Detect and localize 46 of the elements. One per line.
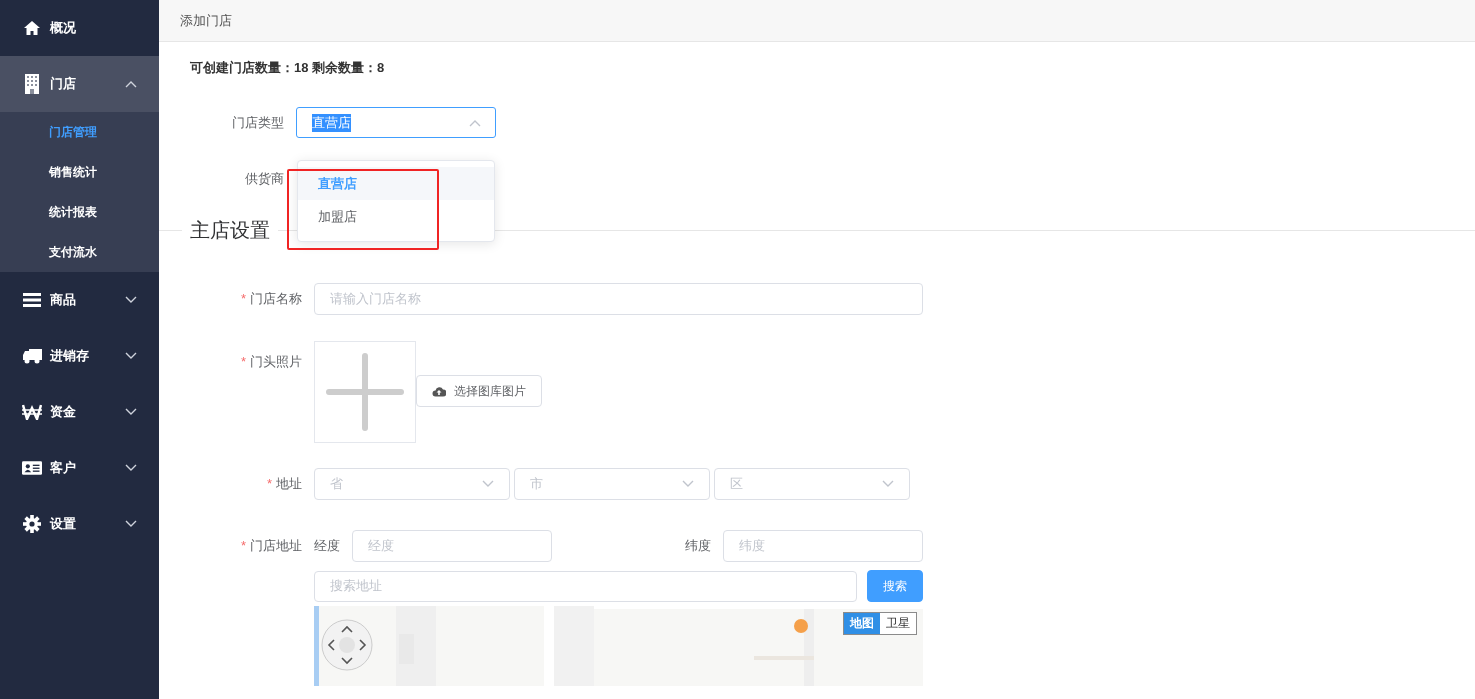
sidebar-item[interactable]: 进销存 <box>0 328 159 384</box>
page-title: 添加门店 <box>180 11 232 30</box>
sidebar-subitem[interactable]: 门店管理 <box>0 112 159 152</box>
field-label: * 地址 <box>265 475 303 493</box>
sidebar-subitem[interactable]: 统计报表 <box>0 192 159 232</box>
menu-icon <box>23 293 41 307</box>
sidebar-item[interactable]: 设置 <box>0 496 159 552</box>
sidebar-item[interactable]: 商品 <box>0 272 159 328</box>
map-type-button[interactable]: 卫星 <box>880 613 916 634</box>
map-type-button[interactable]: 地图 <box>844 613 880 634</box>
field-label: 供货商 <box>244 170 285 188</box>
field-label: 经度 <box>314 537 341 555</box>
chevron-icon <box>125 296 137 304</box>
sidebar-item[interactable]: 资金 <box>0 384 159 440</box>
chevron-icon <box>125 408 137 416</box>
plus-icon <box>325 352 405 432</box>
settings-icon <box>23 515 41 533</box>
field-label: * 门店名称 <box>239 290 303 308</box>
chevron-icon <box>482 480 494 488</box>
home-icon <box>23 20 41 36</box>
chevron-icon <box>882 480 894 488</box>
gallery-button[interactable]: 选择图库图片 <box>416 375 542 407</box>
sidebar-item[interactable]: 客户 <box>0 440 159 496</box>
field-label: * 门头照片 <box>239 353 303 371</box>
chevron-icon <box>125 520 137 528</box>
chevron-icon <box>125 464 137 472</box>
image-upload-box[interactable] <box>314 341 416 443</box>
building-icon <box>25 74 39 94</box>
sidebar-subitem[interactable]: 支付流水 <box>0 232 159 272</box>
won-icon <box>22 404 42 420</box>
sidebar-subitem[interactable]: 销售统计 <box>0 152 159 192</box>
field-label: 纬度 <box>685 537 712 555</box>
dropdown-option[interactable]: 加盟店 <box>298 200 494 233</box>
pan-control-icon[interactable] <box>320 618 374 672</box>
chevron-icon <box>682 480 694 488</box>
field-label: * 门店地址 <box>239 537 303 555</box>
store-quota-text: 可创建门店数量：18 剩余数量：8 <box>190 59 385 77</box>
sidebar-item[interactable]: 门店 <box>0 56 159 112</box>
chevron-icon <box>469 118 481 127</box>
truck-icon <box>22 348 42 364</box>
sidebar-item[interactable]: 概况 <box>0 0 159 56</box>
chevron-icon <box>125 352 137 360</box>
field-label: 门店类型 <box>231 113 285 132</box>
cloud-upload-icon <box>432 385 446 397</box>
chevron-icon <box>125 80 137 88</box>
contact-card-icon <box>22 460 42 476</box>
